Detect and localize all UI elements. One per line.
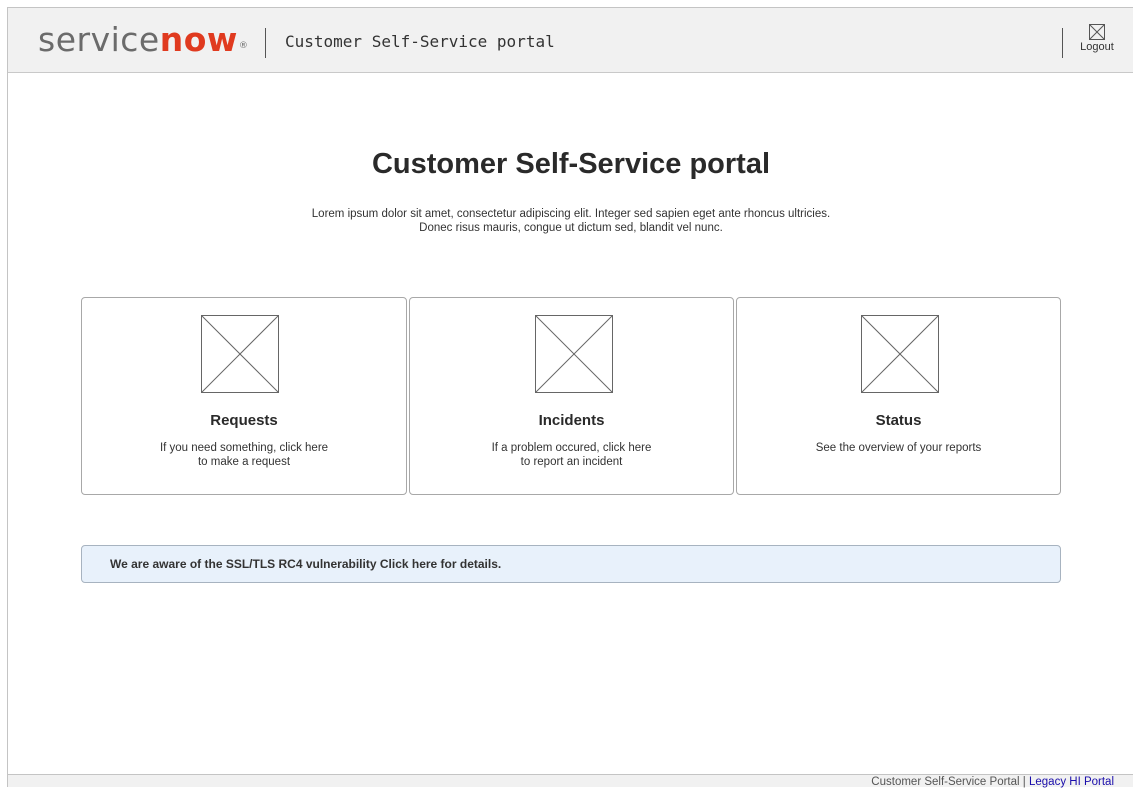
- card-incidents[interactable]: Incidents If a problem occured, click he…: [409, 297, 734, 495]
- card-title: Status: [875, 412, 922, 429]
- card-description: See the overview of your reports: [737, 441, 1060, 455]
- header-divider-right: [1062, 28, 1063, 58]
- image-placeholder-icon: [861, 315, 939, 393]
- card-title: Incidents: [538, 412, 605, 429]
- intro-text: Lorem ipsum dolor sit amet, consectetur …: [8, 207, 1133, 235]
- logout-button[interactable]: Logout: [1072, 24, 1122, 53]
- image-placeholder-icon: [201, 315, 279, 393]
- footer-portal-label: Customer Self-Service Portal: [871, 776, 1020, 788]
- vulnerability-notice[interactable]: We are aware of the SSL/TLS RC4 vulnerab…: [81, 545, 1061, 583]
- footer-links: Customer Self-Service Portal | Legacy HI…: [871, 776, 1114, 788]
- servicenow-logo[interactable]: servicenow®: [38, 20, 249, 60]
- header-divider: [265, 28, 266, 58]
- image-placeholder-icon: [535, 315, 613, 393]
- footer-separator: |: [1022, 776, 1026, 788]
- logo-registered-mark: ®: [238, 41, 249, 51]
- card-description: If a problem occured, click here to repo…: [410, 441, 733, 469]
- card-description: If you need something, click here to mak…: [82, 441, 406, 469]
- footer-bar: Customer Self-Service Portal | Legacy HI…: [8, 774, 1133, 788]
- card-title: Requests: [210, 412, 278, 429]
- logo-now-text: now: [159, 20, 238, 59]
- legacy-portal-link[interactable]: Legacy HI Portal: [1029, 776, 1114, 788]
- notice-text: We are aware of the SSL/TLS RC4 vulnerab…: [110, 557, 502, 571]
- header-bar: servicenow® Customer Self-Service portal…: [8, 8, 1133, 73]
- card-description-line: to make a request: [197, 456, 291, 468]
- card-status[interactable]: Status See the overview of your reports: [736, 297, 1061, 495]
- portal-window: servicenow® Customer Self-Service portal…: [7, 7, 1133, 788]
- intro-line: Lorem ipsum dolor sit amet, consectetur …: [311, 208, 831, 220]
- logout-label: Logout: [1080, 41, 1114, 53]
- logout-icon: [1089, 24, 1105, 40]
- card-description-line: See the overview of your reports: [815, 442, 982, 454]
- card-requests[interactable]: Requests If you need something, click he…: [81, 297, 407, 495]
- page-title: Customer Self-Service portal: [371, 148, 771, 180]
- card-description-line: If you need something, click here: [159, 442, 329, 454]
- logo-service-text: service: [38, 20, 160, 59]
- intro-line: Donec risus mauris, congue ut dictum sed…: [419, 222, 723, 234]
- card-description-line: If a problem occured, click here: [491, 442, 652, 454]
- card-description-line: to report an incident: [520, 456, 623, 468]
- header-title: Customer Self-Service portal: [285, 32, 555, 51]
